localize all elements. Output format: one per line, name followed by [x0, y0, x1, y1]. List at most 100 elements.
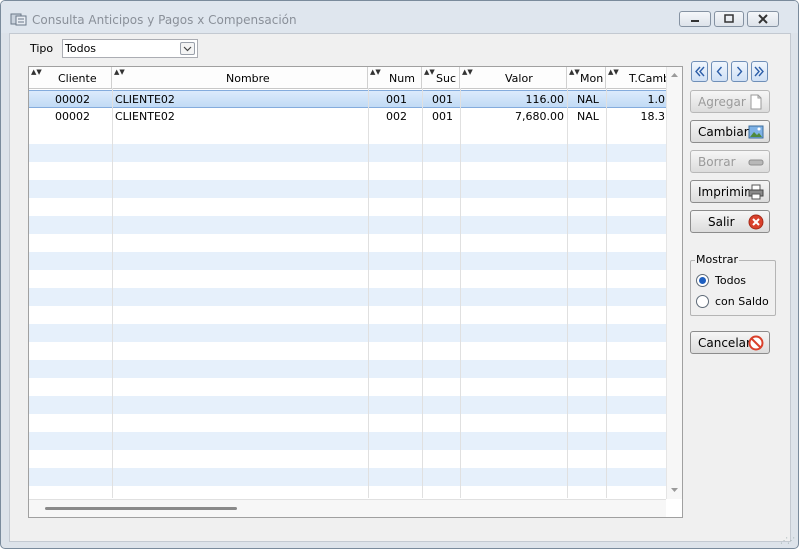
- new-document-icon: [750, 94, 762, 110]
- close-icon: [758, 14, 768, 24]
- cell-suc: 001: [432, 110, 453, 123]
- radio-todos[interactable]: [696, 274, 709, 287]
- mostrar-group: Mostrar Todos con Saldo: [690, 253, 776, 316]
- col-header-valor[interactable]: ▲▼ Valor: [460, 67, 567, 88]
- sort-icon: ▲▼: [424, 68, 435, 76]
- cell-cliente: 00002: [55, 93, 90, 106]
- imprimir-label: Imprimir: [698, 185, 750, 199]
- first-record-button[interactable]: [691, 61, 708, 82]
- empty-row: [29, 306, 666, 324]
- mostrar-title: Mostrar: [695, 253, 740, 266]
- empty-row: [29, 432, 666, 450]
- vertical-scrollbar[interactable]: [666, 67, 682, 499]
- main-window: Consulta Anticipos y Pagos x Compensació…: [0, 0, 799, 549]
- column-divider: [460, 88, 461, 498]
- tipo-value: Todos: [65, 42, 97, 55]
- maximize-icon: [724, 14, 734, 23]
- next-record-button[interactable]: [731, 61, 748, 82]
- salir-label: Salir: [708, 215, 735, 229]
- agregar-label: Agregar: [698, 95, 746, 109]
- tipo-select[interactable]: Todos: [62, 39, 198, 58]
- previous-record-button[interactable]: [711, 61, 728, 82]
- horizontal-scroll-thumb[interactable]: [45, 507, 237, 510]
- column-divider: [368, 88, 369, 498]
- grid-header: ▲▼ Cliente ▲▼ Nombre ▲▼ Num ▲▼ Suc ▲▼ Valor ▲…: [29, 67, 670, 89]
- empty-row: [29, 324, 666, 342]
- column-divider: [422, 88, 423, 498]
- empty-row: [29, 270, 666, 288]
- empty-row: [29, 360, 666, 378]
- cell-mon: NAL: [577, 93, 599, 106]
- borrar-button[interactable]: Borrar: [690, 150, 770, 173]
- column-divider: [112, 88, 113, 498]
- empty-row: [29, 414, 666, 432]
- close-circle-icon: [748, 214, 764, 230]
- cell-num: 001: [386, 93, 407, 106]
- maximize-button[interactable]: [714, 11, 744, 27]
- empty-row: [29, 126, 666, 144]
- cambiar-button[interactable]: Cambiar: [690, 120, 770, 143]
- cell-suc: 001: [432, 93, 453, 106]
- minus-icon: [748, 159, 764, 166]
- edit-picture-icon: [748, 125, 764, 139]
- col-header-nombre[interactable]: ▲▼ Nombre: [112, 67, 368, 88]
- cancelar-button[interactable]: Cancelar: [690, 331, 770, 354]
- chevron-right-icon: [736, 66, 743, 77]
- cell-nombre: CLIENTE02: [115, 93, 175, 106]
- radio-todos-label: Todos: [715, 274, 747, 287]
- last-record-button[interactable]: [751, 61, 768, 82]
- printer-icon: [748, 184, 764, 200]
- tipo-label: Tipo: [30, 42, 54, 55]
- cell-mon: NAL: [577, 110, 599, 123]
- col-header-suc[interactable]: ▲▼ Suc: [422, 67, 460, 88]
- col-header-cliente[interactable]: ▲▼ Cliente: [29, 67, 112, 88]
- cancelar-label: Cancelar: [698, 336, 751, 350]
- column-divider: [606, 88, 607, 498]
- empty-row: [29, 198, 666, 216]
- sort-icon: ▲▼: [569, 68, 580, 76]
- data-grid[interactable]: ▲▼ Cliente ▲▼ Nombre ▲▼ Num ▲▼ Suc ▲▼ Valor ▲…: [28, 66, 683, 518]
- cell-valor: 116.00: [525, 93, 565, 106]
- table-row[interactable]: 00002 CLIENTE02 002 001 7,680.00 NAL 18.…: [29, 108, 666, 126]
- minimize-button[interactable]: [679, 11, 711, 27]
- table-row[interactable]: 00002 CLIENTE02 001 001 116.00 NAL 1.0: [29, 90, 666, 108]
- cell-num: 002: [386, 110, 407, 123]
- col-header-mon[interactable]: ▲▼ Mon: [567, 67, 606, 88]
- col-header-tcamb[interactable]: ▲▼ T.Camb: [606, 67, 670, 88]
- scroll-down-icon: [671, 488, 678, 492]
- cell-valor: 7,680.00: [515, 110, 564, 123]
- horizontal-scrollbar[interactable]: [29, 499, 666, 517]
- salir-button[interactable]: Salir: [690, 210, 770, 233]
- sort-icon: ▲▼: [370, 68, 381, 76]
- empty-row: [29, 342, 666, 360]
- borrar-label: Borrar: [698, 155, 736, 169]
- agregar-button[interactable]: Agregar: [690, 90, 770, 113]
- col-header-num[interactable]: ▲▼ Num: [368, 67, 422, 88]
- cell-tcamb: 1.0: [647, 93, 666, 106]
- sort-icon: ▲▼: [31, 68, 42, 76]
- empty-row: [29, 162, 666, 180]
- imprimir-button[interactable]: Imprimir: [690, 180, 770, 203]
- resize-grip-icon[interactable]: ⋰⋰: [780, 536, 795, 545]
- column-divider: [567, 88, 568, 498]
- empty-row: [29, 450, 666, 468]
- double-chevron-left-icon: [695, 66, 705, 77]
- cell-cliente: 00002: [55, 110, 90, 123]
- empty-row: [29, 396, 666, 414]
- radio-con-saldo[interactable]: [696, 295, 709, 308]
- minimize-icon: [691, 20, 699, 22]
- empty-row: [29, 216, 666, 234]
- empty-row: [29, 144, 666, 162]
- chevron-left-icon: [716, 66, 723, 77]
- empty-row: [29, 234, 666, 252]
- empty-row: [29, 252, 666, 270]
- close-window-button[interactable]: [747, 11, 779, 27]
- app-icon: [10, 13, 27, 26]
- cell-tcamb: 18.3: [640, 110, 666, 123]
- empty-row: [29, 378, 666, 396]
- window-title: Consulta Anticipos y Pagos x Compensació…: [32, 13, 297, 27]
- empty-row: [29, 288, 666, 306]
- client-area: Tipo Todos ▲▼ Cliente ▲▼ Nombre ▲▼ Num ▲▼ Su…: [9, 33, 791, 542]
- sort-icon: ▲▼: [608, 68, 619, 76]
- chevron-down-icon[interactable]: [180, 42, 195, 55]
